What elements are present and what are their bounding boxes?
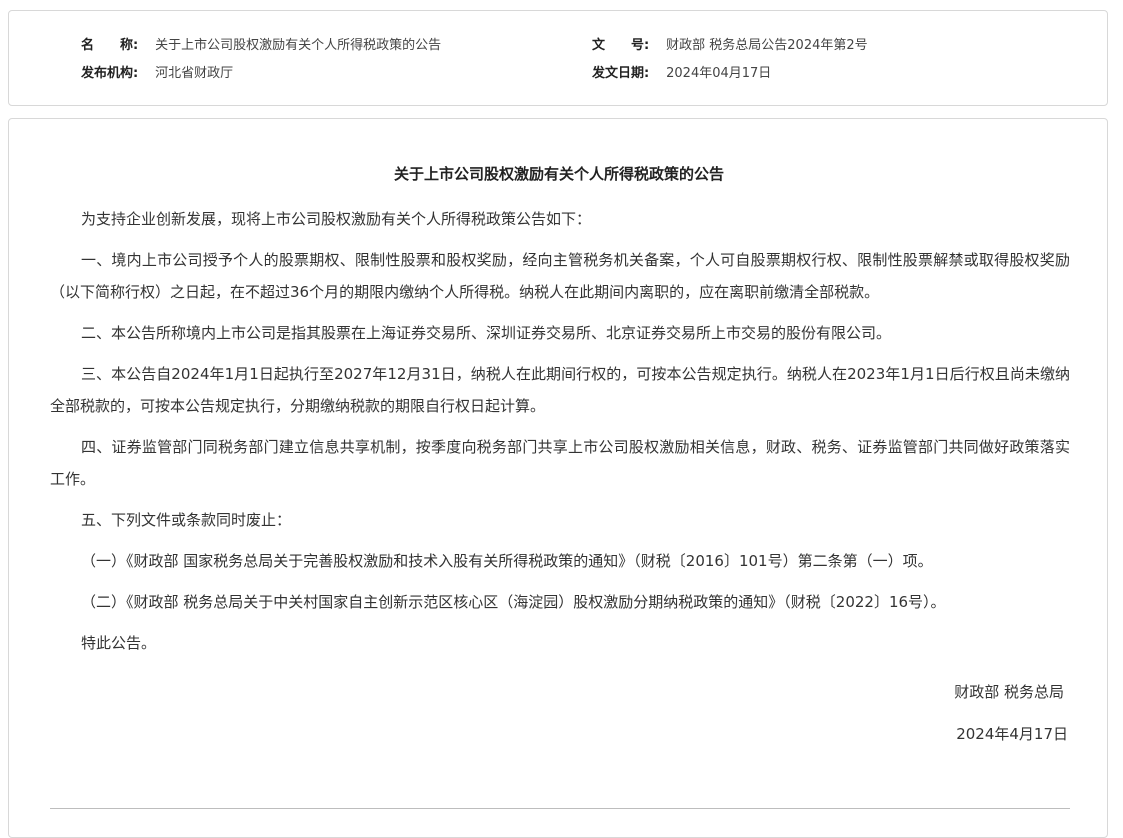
meta-docno-row: 文 号: 财政部 税务总局公告2024年第2号	[592, 37, 868, 55]
paragraph-repeal-1: （一）《财政部 国家税务总局关于完善股权激励和技术入股有关所得税政策的通知》（财…	[81, 552, 933, 570]
meta-date-label: 发文日期:	[592, 66, 650, 81]
paragraph-item-1: 一、境内上市公司授予个人的股票期权、限制性股票和股权奖励，经向主管税务机关备案，…	[50, 251, 1070, 301]
document-signer: 财政部 税务总局	[954, 683, 1064, 701]
meta-name-label: 名 称:	[81, 38, 139, 53]
document-meta-panel: 名 称: 关于上市公司股权激励有关个人所得税政策的公告 文 号: 财政部 税务总…	[8, 10, 1108, 106]
meta-docno-value: 财政部 税务总局公告2024年第2号	[666, 38, 868, 53]
meta-issuer-value: 河北省财政厅	[155, 66, 234, 81]
paragraph-item-3: 三、本公告自2024年1月1日起执行至2027年12月31日，纳税人在此期间行权…	[50, 365, 1070, 415]
paragraph-item-2: 二、本公告所称境内上市公司是指其股票在上海证券交易所、深圳证券交易所、北京证券交…	[81, 324, 892, 342]
divider-line	[50, 808, 1070, 809]
meta-date-value: 2024年04月17日	[666, 66, 772, 81]
paragraph-intro: 为支持企业创新发展，现将上市公司股权激励有关个人所得税政策公告如下：	[81, 210, 592, 228]
meta-docno-label: 文 号:	[592, 38, 650, 53]
paragraph-closing: 特此公告。	[81, 634, 157, 652]
meta-issuer-row: 发布机构: 河北省财政厅	[81, 65, 233, 83]
paragraph-item-4: 四、证券监管部门同税务部门建立信息共享机制，按季度向税务部门共享上市公司股权激励…	[50, 438, 1070, 488]
paragraph-repeal-2: （二）《财政部 税务总局关于中关村国家自主创新示范区核心区（海淀园）股权激励分期…	[81, 593, 946, 611]
document-content: 为支持企业创新发展，现将上市公司股权激励有关个人所得税政策公告如下： 一、境内上…	[50, 203, 1070, 668]
document-body-panel: 关于上市公司股权激励有关个人所得税政策的公告 为支持企业创新发展，现将上市公司股…	[8, 118, 1108, 838]
meta-date-row: 发文日期: 2024年04月17日	[592, 65, 771, 83]
document-title: 关于上市公司股权激励有关个人所得税政策的公告	[393, 165, 724, 183]
document-sign-date: 2024年4月17日	[956, 725, 1068, 743]
meta-name-row: 名 称: 关于上市公司股权激励有关个人所得税政策的公告	[81, 37, 441, 55]
meta-name-value: 关于上市公司股权激励有关个人所得税政策的公告	[155, 38, 442, 53]
meta-issuer-label: 发布机构:	[81, 66, 139, 81]
paragraph-item-5: 五、下列文件或条款同时废止：	[81, 511, 292, 529]
